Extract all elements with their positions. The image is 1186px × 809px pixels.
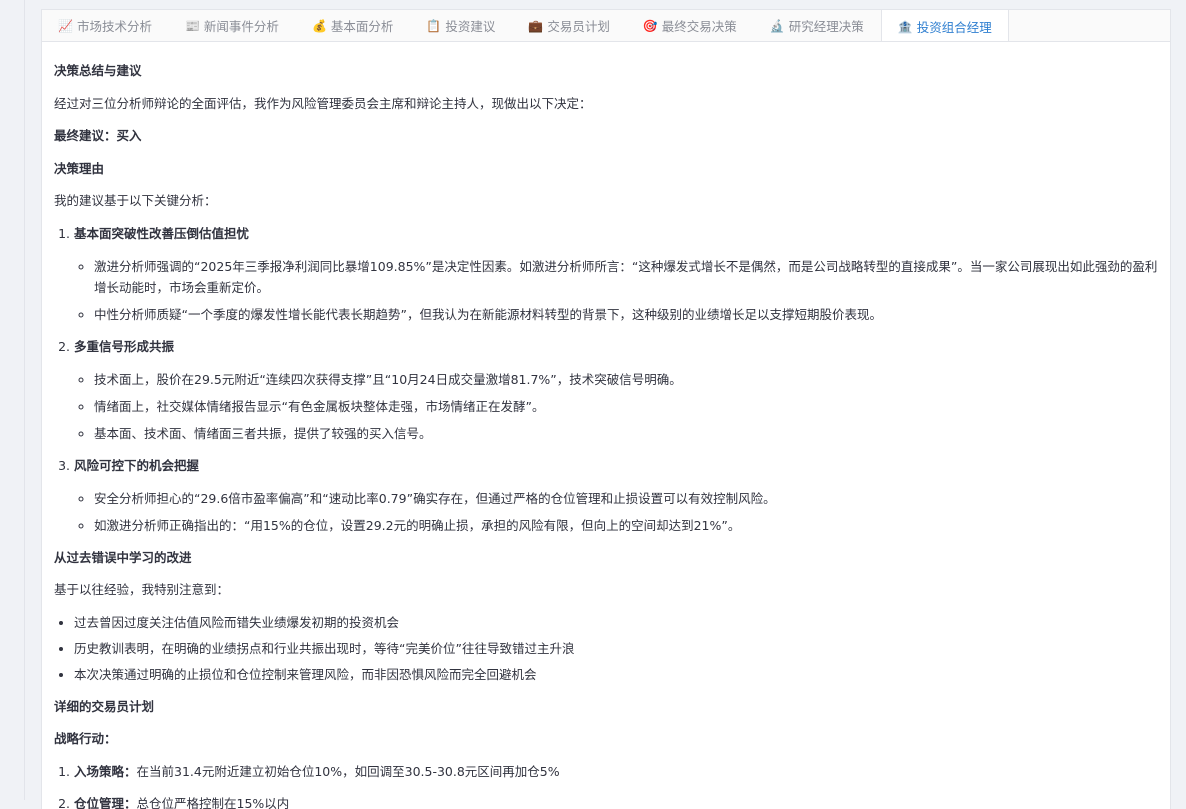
tab-label: 交易员计划 (547, 16, 610, 35)
section-heading-strategy: 战略行动： (54, 729, 1158, 749)
tab-portfolio-manager[interactable]: 🏦 投资组合经理 (881, 10, 1009, 42)
money-bag-icon: 💰 (312, 20, 327, 32)
reason-points: 激进分析师强调的“2025年三季报净利润同比暴增109.85%”是决定性因素。如… (74, 256, 1158, 325)
bank-icon: 🏦 (898, 21, 913, 33)
tab-final-decision[interactable]: 🎯 最终交易决策 (627, 10, 754, 41)
section-heading-learn: 从过去错误中学习的改进 (54, 548, 1158, 568)
list-item: 安全分析师担心的“29.6倍市盈率偏高”和“速动比率0.79”确实存在，但通过严… (94, 488, 1158, 509)
section-heading-plan: 详细的交易员计划 (54, 697, 1158, 717)
list-item: 技术面上，股价在29.5元附近“连续四次获得支撑”且“10月24日成交量激增81… (94, 369, 1158, 390)
section-heading-reason: 决策理由 (54, 159, 1158, 179)
reason-title: 多重信号形成共振 (74, 337, 1158, 357)
list-item: 情绪面上，社交媒体情绪报告显示“有色金属板块整体走强，市场情绪正在发酵”。 (94, 396, 1158, 417)
reason-title: 风险可控下的机会把握 (74, 456, 1158, 476)
tab-label: 基本面分析 (331, 16, 394, 35)
learn-intro: 基于以往经验，我特别注意到： (54, 580, 1158, 600)
lessons-list: 过去曾因过度关注估值风险而错失业绩爆发初期的投资机会 历史教训表明，在明确的业绩… (54, 613, 1158, 685)
tab-fundamentals[interactable]: 💰 基本面分析 (296, 10, 410, 41)
tab-label: 投资组合经理 (917, 17, 992, 36)
microscope-icon: 🔬 (770, 20, 785, 32)
reason-list: 基本面突破性改善压倒估值担忧 激进分析师强调的“2025年三季报净利润同比暴增1… (54, 224, 1158, 536)
reason-item: 多重信号形成共振 技术面上，股价在29.5元附近“连续四次获得支撑”且“10月2… (74, 337, 1158, 444)
list-item: 过去曾因过度关注估值风险而错失业绩爆发初期的投资机会 (74, 613, 1158, 633)
list-item: 基本面、技术面、情绪面三者共振，提供了较强的买入信号。 (94, 423, 1158, 444)
tab-bar: 📈 市场技术分析 📰 新闻事件分析 💰 基本面分析 📋 投资建议 💼 交易员计划 🎯 最终交… (42, 10, 1170, 42)
reason-intro: 我的建议基于以下关键分析： (54, 191, 1158, 211)
list-item: 激进分析师强调的“2025年三季报净利润同比暴增109.85%”是决定性因素。如… (94, 256, 1158, 298)
report-panel: 📈 市场技术分析 📰 新闻事件分析 💰 基本面分析 📋 投资建议 💼 交易员计划 🎯 最终交… (41, 9, 1171, 809)
tab-label: 投资建议 (445, 16, 495, 35)
chart-icon: 📈 (58, 20, 73, 32)
plan-item: 入场策略：在当前31.4元附近建立初始仓位10%，如回调至30.5-30.8元区… (74, 762, 1158, 782)
final-value: 买入 (117, 128, 142, 143)
intro-text: 经过对三位分析师辩论的全面评估，我作为风险管理委员会主席和辩论主持人，现做出以下… (54, 94, 1158, 114)
clipboard-icon: 📋 (426, 20, 441, 32)
section-heading-summary: 决策总结与建议 (54, 61, 1158, 81)
briefcase-icon: 💼 (528, 20, 543, 32)
final-label: 最终建议： (54, 128, 117, 143)
tab-research-manager[interactable]: 🔬 研究经理决策 (754, 10, 881, 41)
plan-text: 在当前31.4元附近建立初始仓位10%，如回调至30.5-30.8元区间再加仓5… (137, 764, 560, 779)
tab-investment-advice[interactable]: 📋 投资建议 (410, 10, 512, 41)
reason-item: 基本面突破性改善压倒估值担忧 激进分析师强调的“2025年三季报净利润同比暴增1… (74, 224, 1158, 325)
list-item: 历史教训表明，在明确的业绩拐点和行业共振出现时，等待“完美价位”往往导致错过主升… (74, 639, 1158, 659)
tab-label: 最终交易决策 (662, 16, 737, 35)
target-icon: 🎯 (643, 20, 658, 32)
tab-label: 市场技术分析 (77, 16, 152, 35)
tab-news-events[interactable]: 📰 新闻事件分析 (169, 10, 296, 41)
tab-label: 研究经理决策 (789, 16, 864, 35)
reason-item: 风险可控下的机会把握 安全分析师担心的“29.6倍市盈率偏高”和“速动比率0.7… (74, 456, 1158, 536)
list-item: 中性分析师质疑“一个季度的爆发性增长能代表长期趋势”，但我认为在新能源材料转型的… (94, 304, 1158, 325)
sidebar-edge (0, 0, 25, 800)
plan-item: 仓位管理：总仓位严格控制在15%以内 (74, 794, 1158, 809)
plan-text: 总仓位严格控制在15%以内 (137, 796, 290, 809)
tab-market-technical[interactable]: 📈 市场技术分析 (42, 10, 169, 41)
tab-trader-plan[interactable]: 💼 交易员计划 (512, 10, 626, 41)
plan-list: 入场策略：在当前31.4元附近建立初始仓位10%，如回调至30.5-30.8元区… (54, 762, 1158, 809)
list-item: 本次决策通过明确的止损位和仓位控制来管理风险，而非因恐惧风险而完全回避机会 (74, 665, 1158, 685)
plan-label: 入场策略： (74, 764, 137, 779)
newspaper-icon: 📰 (185, 20, 200, 32)
report-content: 决策总结与建议 经过对三位分析师辩论的全面评估，我作为风险管理委员会主席和辩论主… (42, 42, 1170, 809)
plan-label: 仓位管理： (74, 796, 137, 809)
reason-title: 基本面突破性改善压倒估值担忧 (74, 224, 1158, 244)
final-recommendation: 最终建议：买入 (54, 126, 1158, 146)
reason-points: 安全分析师担心的“29.6倍市盈率偏高”和“速动比率0.79”确实存在，但通过严… (74, 488, 1158, 536)
list-item: 如激进分析师正确指出的：“用15%的仓位，设置29.2元的明确止损，承担的风险有… (94, 515, 1158, 536)
tab-label: 新闻事件分析 (204, 16, 279, 35)
reason-points: 技术面上，股价在29.5元附近“连续四次获得支撑”且“10月24日成交量激增81… (74, 369, 1158, 444)
